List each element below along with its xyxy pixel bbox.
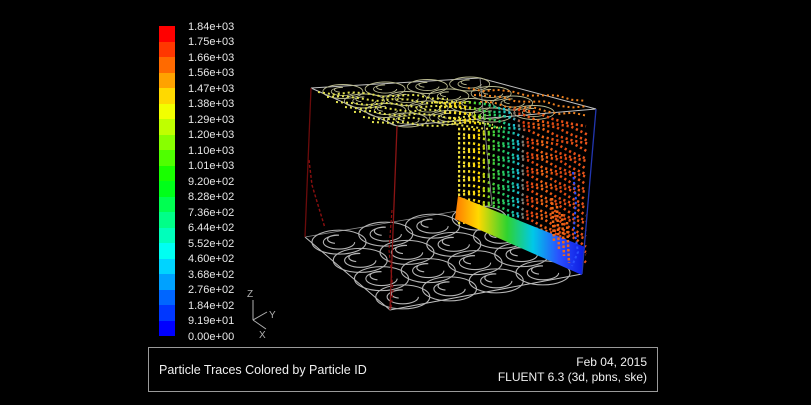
- plot-title: Particle Traces Colored by Particle ID: [159, 363, 367, 377]
- viewport-3d[interactable]: Z Y X: [0, 0, 811, 405]
- x-axis-label: X: [259, 330, 266, 341]
- axis-triad: Z Y X: [247, 289, 276, 341]
- x-axis-line: [253, 320, 266, 329]
- y-axis-label: Y: [269, 310, 276, 321]
- particle-trace-scene: [305, 77, 596, 310]
- solver-label: FLUENT 6.3 (3d, pbns, ske): [498, 370, 647, 385]
- footer-info-box: Particle Traces Colored by Particle ID F…: [148, 347, 658, 392]
- footer-right-block: Feb 04, 2015 FLUENT 6.3 (3d, pbns, ske): [498, 355, 647, 385]
- y-axis-line: [253, 312, 267, 320]
- z-axis-label: Z: [247, 289, 253, 300]
- fluent-graphics-window: 1.84e+031.75e+031.66e+031.56e+031.47e+03…: [0, 0, 811, 405]
- date-label: Feb 04, 2015: [498, 355, 647, 370]
